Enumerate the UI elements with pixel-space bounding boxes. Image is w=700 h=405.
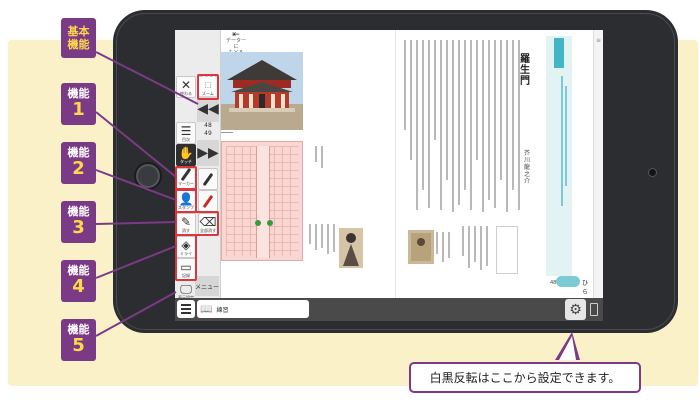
bottom-bar: 📖 練習 ⚙ bbox=[175, 298, 603, 321]
next-page-button[interactable]: ▶▶ bbox=[197, 140, 219, 166]
book-icon: 📖 bbox=[200, 303, 213, 315]
fast-forward-icon: ▶▶ bbox=[197, 145, 219, 161]
callout-5-num: 5 bbox=[72, 335, 85, 356]
story-title: 羅生門 bbox=[520, 54, 530, 87]
settings-button[interactable]: ⚙ bbox=[565, 299, 586, 320]
story-body-text bbox=[404, 40, 520, 220]
touch-label: タッチ bbox=[180, 158, 192, 164]
title-line bbox=[561, 76, 563, 206]
note-box bbox=[496, 226, 518, 274]
callout-3: 機能 3 bbox=[61, 201, 96, 243]
hamburger-menu-button[interactable] bbox=[177, 300, 195, 318]
book-title-label: 練習 bbox=[216, 306, 229, 314]
wifi-icon: ≡ bbox=[596, 37, 602, 44]
home-button[interactable] bbox=[134, 162, 162, 190]
city-map bbox=[221, 141, 303, 261]
close-icon: ✕ bbox=[180, 77, 192, 92]
menu-tab[interactable]: メニュー bbox=[195, 276, 219, 296]
callout-1-num: 1 bbox=[72, 99, 85, 120]
callout-4-num: 4 bbox=[72, 276, 85, 297]
photo-caption: ━━━━━ bbox=[221, 130, 234, 135]
map-markers bbox=[255, 220, 273, 226]
highlight-4 bbox=[175, 234, 197, 281]
story-author: 芥川龍之介 bbox=[524, 150, 531, 185]
callout-4: 機能 4 bbox=[61, 260, 96, 302]
red-pen-icon bbox=[202, 194, 214, 208]
close-button[interactable]: ✕ 終わる bbox=[176, 76, 196, 98]
left-toolbar: ✕ 終わる ⬚ ズーム ◀◀ 48 49 ☰ 目次 ▶▶ ✋ タッチ マーカー … bbox=[175, 30, 221, 302]
title-line-2 bbox=[565, 86, 567, 186]
camera-icon bbox=[648, 168, 657, 177]
left-page: ⇤ データーに もどる ━━━━━ bbox=[221, 30, 395, 298]
title-strip bbox=[546, 36, 572, 276]
map-center-street bbox=[256, 146, 270, 258]
close-label: 終わる bbox=[180, 90, 192, 96]
title-tag bbox=[554, 38, 564, 68]
callout-2-num: 2 bbox=[72, 158, 85, 179]
index-label: 目次 bbox=[182, 136, 190, 142]
illustration-image bbox=[408, 230, 434, 264]
touch-button[interactable]: ✋ タッチ bbox=[176, 144, 196, 166]
pen-icon bbox=[202, 172, 214, 186]
gear-icon: ⚙ bbox=[569, 301, 582, 318]
pen-black-button[interactable] bbox=[198, 168, 218, 190]
page-top-number: 48 bbox=[204, 122, 212, 129]
monitor-icon: 🖵 bbox=[180, 281, 192, 296]
hand-icon: ✋ bbox=[178, 145, 194, 160]
callout-3-num: 3 bbox=[72, 217, 85, 238]
highlight-3 bbox=[175, 211, 219, 236]
index-button[interactable]: ☰ 目次 bbox=[176, 122, 196, 144]
page-indicator: 48 49 bbox=[197, 122, 219, 138]
gate-photo bbox=[221, 52, 303, 130]
side-handle[interactable]: ≡ bbox=[593, 30, 603, 298]
open-toggle[interactable] bbox=[556, 276, 580, 287]
caption-text-left bbox=[309, 224, 335, 264]
callout-1: 機能 1 bbox=[61, 83, 96, 125]
reader-screen: ✕ 終わる ⬚ ズーム ◀◀ 48 49 ☰ 目次 ▶▶ ✋ タッチ マーカー … bbox=[175, 30, 603, 321]
highlight-2 bbox=[175, 188, 197, 213]
callout-2: 機能 2 bbox=[61, 142, 96, 184]
settings-tooltip: 白黒反転はここから設定できます。 bbox=[409, 362, 641, 393]
rewind-icon: ◀◀ bbox=[197, 101, 219, 117]
pen-red-button[interactable] bbox=[198, 190, 218, 212]
battery-icon bbox=[590, 303, 598, 316]
illustration-caption bbox=[436, 232, 450, 272]
book-title-field[interactable]: 📖 練習 bbox=[197, 300, 309, 318]
highlight-basic bbox=[197, 74, 219, 100]
portrait-image bbox=[339, 228, 363, 268]
page-bottom-number: 49 bbox=[204, 130, 212, 137]
notes-text bbox=[462, 226, 488, 286]
callout-5: 機能 5 bbox=[61, 319, 96, 361]
callout-basic-label: 基本 機能 bbox=[67, 25, 90, 51]
list-icon: ☰ bbox=[180, 123, 192, 138]
callout-basic: 基本 機能 bbox=[61, 18, 96, 58]
map-notes-text bbox=[315, 146, 323, 206]
right-page: 羅生門 芥川龍之介 48 ひらく bbox=[395, 30, 592, 305]
